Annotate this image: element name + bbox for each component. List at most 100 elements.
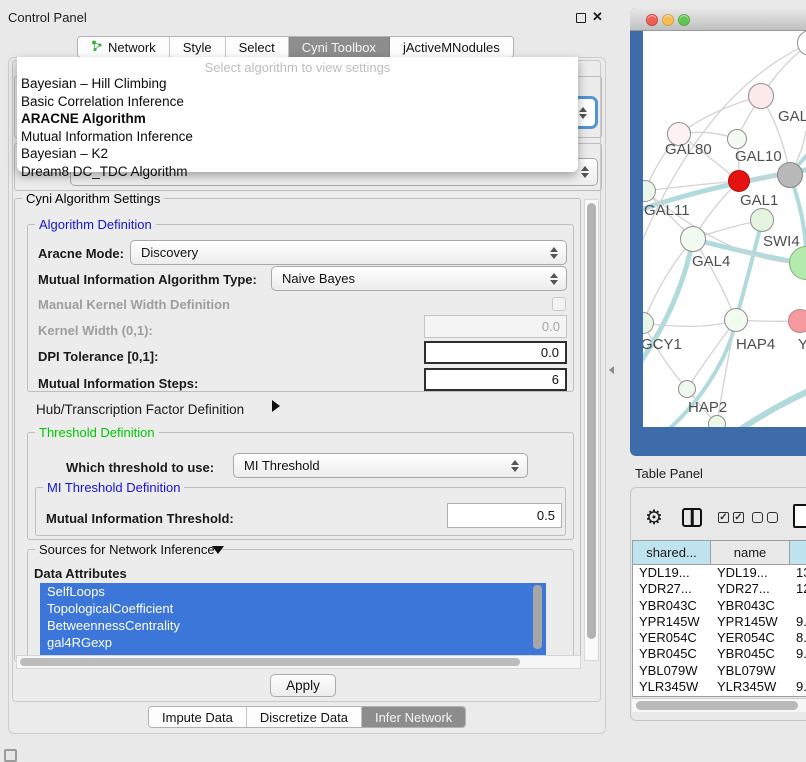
- dropdown-item[interactable]: Mutual Information Inference: [17, 128, 578, 146]
- network-node[interactable]: [748, 83, 774, 109]
- kernel-width-field[interactable]: 0.0: [424, 315, 567, 338]
- scrollbar-thumb[interactable]: [587, 203, 596, 639]
- mi-type-label: Mutual Information Algorithm Type:: [38, 272, 257, 287]
- tab-jactivemnodules[interactable]: jActiveMNodules: [390, 37, 513, 57]
- aracne-mode-label: Aracne Mode:: [38, 246, 124, 261]
- spinner-icon: [511, 460, 518, 472]
- network-edges: [643, 31, 806, 427]
- bottom-tab-bar: Impute Data Discretize Data Infer Networ…: [148, 706, 466, 728]
- close-button[interactable]: [646, 14, 658, 26]
- aracne-mode-combobox[interactable]: Discovery: [130, 240, 567, 265]
- expand-arrow-icon[interactable]: [272, 400, 280, 412]
- sources-group-title[interactable]: Sources for Network Inference: [35, 542, 219, 557]
- node-label: SWI4: [763, 233, 800, 250]
- tab-label: Impute Data: [162, 710, 233, 725]
- list-item[interactable]: gal4RGexp: [40, 634, 546, 651]
- dropdown-placeholder: Select algorithm to view settings: [17, 57, 578, 75]
- list-item[interactable]: TopologicalCoefficient: [40, 600, 546, 617]
- columns-icon[interactable]: [682, 508, 702, 527]
- checked-checkbox-icon[interactable]: ✓: [718, 512, 729, 523]
- dropdown-item[interactable]: Dream8 DC_TDC Algorithm: [17, 163, 578, 181]
- tab-select[interactable]: Select: [226, 37, 289, 57]
- table-row[interactable]: YIL052CYIL052C9: [633, 695, 806, 697]
- table-row[interactable]: YLR345WYLR345W9.: [633, 679, 806, 695]
- minimize-button[interactable]: [662, 14, 674, 26]
- tab-infer-network[interactable]: Infer Network: [362, 707, 465, 727]
- tab-cyni-toolbox[interactable]: Cyni Toolbox: [289, 37, 390, 57]
- mi-steps-field[interactable]: 6: [424, 368, 567, 391]
- network-node[interactable]: [724, 308, 748, 332]
- zoom-button[interactable]: [678, 14, 690, 26]
- node-label: HAP2: [688, 399, 727, 416]
- which-threshold-combobox[interactable]: MI Threshold: [233, 453, 528, 478]
- gear-icon[interactable]: ⚙: [645, 505, 663, 530]
- settings-horizontal-scrollbar[interactable]: [16, 655, 581, 669]
- network-node[interactable]: [680, 226, 706, 252]
- network-view-window[interactable]: GAL GAL80 GAL10 GAL1 GAL11 SWI4 GAL4 GCY…: [630, 8, 806, 456]
- column-header-shared-name[interactable]: shared...: [633, 541, 711, 564]
- collapse-arrow-icon[interactable]: [212, 546, 224, 554]
- network-node-gray[interactable]: [777, 162, 803, 188]
- column-header-name[interactable]: name: [711, 541, 790, 564]
- list-item[interactable]: SelfLoops: [40, 583, 546, 600]
- kernel-width-label: Kernel Width (0,1):: [38, 323, 153, 338]
- grip-icon: [4, 749, 17, 762]
- tab-style[interactable]: Style: [170, 37, 226, 57]
- settings-vertical-scrollbar[interactable]: [584, 199, 599, 661]
- close-icon[interactable]: ✕: [592, 9, 603, 25]
- node-label: GAL11: [644, 202, 690, 219]
- table-row[interactable]: YBR043CYBR043C: [633, 598, 806, 614]
- network-window-titlebar[interactable]: [630, 8, 806, 31]
- dropdown-item[interactable]: Bayesian – Hill Climbing: [17, 75, 578, 93]
- list-scrollbar[interactable]: [533, 585, 542, 649]
- table-header-row: shared... name: [633, 541, 806, 565]
- tab-network[interactable]: Network: [78, 37, 170, 57]
- column-header-partial[interactable]: [790, 541, 806, 564]
- table-row[interactable]: YBL079WYBL079W: [633, 663, 806, 679]
- table-row[interactable]: YER054CYER054C8.: [633, 630, 806, 646]
- aracne-mode-value: Discovery: [141, 245, 198, 260]
- network-node[interactable]: [678, 380, 696, 398]
- data-attributes-list[interactable]: SelfLoops TopologicalCoefficient Between…: [40, 583, 546, 656]
- network-canvas[interactable]: GAL GAL80 GAL10 GAL1 GAL11 SWI4 GAL4 GCY…: [643, 31, 806, 427]
- mi-type-combobox[interactable]: Naive Bayes: [271, 266, 567, 291]
- list-item[interactable]: BetweennessCentrality: [40, 617, 546, 634]
- manual-kernel-checkbox[interactable]: [552, 297, 566, 311]
- tab-discretize-data[interactable]: Discretize Data: [247, 707, 362, 727]
- threshold-definition-title: Threshold Definition: [35, 425, 159, 440]
- scrollbar-thumb[interactable]: [20, 658, 520, 666]
- table-row[interactable]: YDL19...YDL19...13: [633, 565, 806, 581]
- table-horizontal-scrollbar[interactable]: [632, 698, 806, 712]
- unchecked-checkbox-icon[interactable]: [767, 512, 778, 523]
- network-node-selected-red[interactable]: [728, 170, 750, 192]
- application-window: Control Panel ✕ Network Style Select Cyn…: [0, 0, 806, 762]
- float-window-icon[interactable]: [576, 13, 586, 23]
- tab-label: jActiveMNodules: [403, 40, 500, 55]
- hub-definition-label[interactable]: Hub/Transcription Factor Definition: [36, 402, 244, 417]
- document-icon[interactable]: [793, 504, 806, 528]
- table-row[interactable]: YPR145WYPR145W9.: [633, 614, 806, 630]
- mi-threshold-field[interactable]: 0.5: [447, 503, 562, 528]
- node-label: HAP4: [736, 336, 775, 353]
- tab-label: Discretize Data: [260, 710, 348, 725]
- checked-checkbox-icon[interactable]: ✓: [733, 512, 744, 523]
- settings-group-title: Cyni Algorithm Settings: [22, 191, 164, 206]
- scrollbar-thumb[interactable]: [636, 701, 798, 710]
- table-row[interactable]: YDR27...YDR27...12: [633, 581, 806, 597]
- network-node[interactable]: [708, 415, 726, 427]
- dropdown-item-selected[interactable]: ARACNE Algorithm: [17, 110, 578, 128]
- network-node-pink[interactable]: [788, 309, 806, 333]
- control-panel-tab-bar: Network Style Select Cyni Toolbox jActiv…: [77, 36, 514, 58]
- apply-button[interactable]: Apply: [270, 674, 336, 697]
- table-row[interactable]: YBR045CYBR045C9.: [633, 646, 806, 662]
- network-node[interactable]: [750, 208, 774, 232]
- splitter-collapse-icon[interactable]: [609, 366, 614, 374]
- dropdown-item[interactable]: Bayesian – K2: [17, 145, 578, 163]
- node-attribute-table[interactable]: shared... name YDL19...YDL19...13 YDR27.…: [632, 540, 806, 697]
- tab-label: Cyni Toolbox: [302, 40, 376, 55]
- dpi-tolerance-field[interactable]: 0.0: [424, 341, 567, 364]
- dropdown-item[interactable]: Basic Correlation Inference: [17, 93, 578, 111]
- network-node[interactable]: [727, 129, 747, 149]
- tab-impute-data[interactable]: Impute Data: [149, 707, 247, 727]
- unchecked-checkbox-icon[interactable]: [752, 512, 763, 523]
